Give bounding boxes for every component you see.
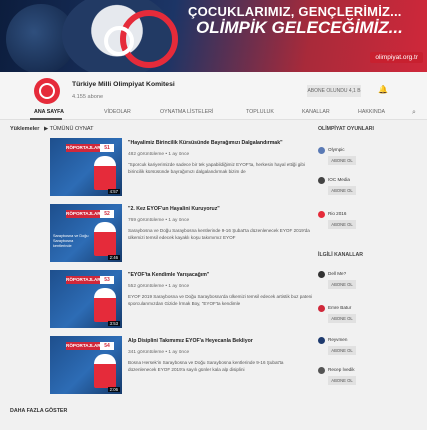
banner-title-line2: OLİMPİK GELECEĞİMİZ... (196, 18, 403, 37)
sidebar-channel-name[interactable]: Emre Batur (328, 305, 351, 310)
video-title[interactable]: Alp Disiplini Takımımız EYOF'a Heyecanla… (128, 338, 313, 345)
sidebar-channel-item[interactable]: Reyvmen ABONE OL (318, 336, 418, 358)
channel-name[interactable]: Türkiye Milli Olimpiyat Komitesi (72, 81, 175, 88)
sidebar-channel-item[interactable]: Dell Me? ABONE OL (318, 270, 418, 292)
video-description: EYOF 2019 Saraybosna ve Doğu Saraybosna'… (128, 294, 313, 306)
banner-title-line1: ÇOCUKLARIMIZ, GENÇLERİMİZ... (188, 4, 402, 19)
sidebar-channel-item[interactable]: Recep İvedik ABONE OL (318, 366, 418, 388)
bell-icon[interactable]: 🔔 (378, 85, 388, 94)
thumbnail-caption: Saraybosna ve Doğu Saraybosna kentlerind… (53, 234, 89, 248)
subscribe-button[interactable]: ABONE OL (328, 280, 356, 289)
subscriber-count: 4.155 abone (72, 94, 104, 100)
video-duration: 2:06 (107, 387, 120, 392)
sidebar-channel-name[interactable]: Dell Me? (328, 271, 346, 276)
search-icon[interactable]: ⌕ (412, 109, 416, 117)
tab-playlists[interactable]: OYNATMA LİSTELERİ (160, 109, 213, 115)
channel-avatar-icon (318, 271, 325, 278)
video-description: Bosna Hersek'in Saraybosna ve Doğu Saray… (128, 360, 284, 372)
video-item[interactable]: RÖPORTAJLAR 51 4:57 "Hayalimiz Birincili… (40, 138, 305, 202)
sidebar-channel-name[interactable]: IOC Media (328, 177, 350, 182)
video-meta: 341 görüntüleme • 1 ay önce (128, 350, 190, 355)
sidebar-channel-name[interactable]: Recep İvedik (328, 367, 355, 372)
video-meta: 482 görüntüleme • 1 ay önce (128, 152, 190, 157)
uploads-label[interactable]: Yüklemeler (10, 126, 39, 132)
channel-avatar-icon (318, 367, 325, 374)
thumbnail-tag: RÖPORTAJLAR (66, 144, 101, 152)
show-more-link[interactable]: DAHA FAZLA GÖSTER (10, 408, 67, 414)
video-thumbnail[interactable]: RÖPORTAJLAR 53 3:53 (50, 270, 122, 328)
athlete-image (94, 354, 116, 388)
subscribe-button[interactable]: ABONE OL (328, 346, 356, 355)
athlete-image (94, 288, 116, 322)
thumbnail-number: 54 (100, 342, 114, 350)
video-title[interactable]: "2. Kez EYOF'un Hayalini Kuruyoruz" (128, 206, 313, 213)
tab-about[interactable]: HAKKINDA (358, 109, 385, 115)
subscribed-button[interactable]: ABONE OLUNDU 4,1 B (307, 85, 361, 97)
video-title[interactable]: "EYOF'ta Kendimle Yarışacağım" (128, 272, 313, 279)
sidebar-channel-name[interactable]: Reyvmen (328, 337, 347, 342)
channel-header: Türkiye Milli Olimpiyat Komitesi 4.155 a… (0, 72, 427, 106)
thumbnail-tag: RÖPORTAJLAR (66, 210, 101, 218)
banner-site-link[interactable]: olimpiyat.org.tr (370, 52, 423, 63)
channel-avatar-icon (318, 211, 325, 218)
tab-channels[interactable]: KANALLAR (302, 109, 330, 115)
video-duration: 4:57 (107, 189, 120, 194)
video-duration: 3:53 (107, 321, 120, 326)
subscribe-button[interactable]: ABONE OL (328, 156, 356, 165)
video-item[interactable]: RÖPORTAJLAR 53 3:53 "EYOF'ta Kendimle Ya… (40, 270, 312, 334)
channel-avatar-icon (318, 177, 325, 184)
video-item[interactable]: RÖPORTAJLAR 52 Saraybosna ve Doğu Sarayb… (40, 204, 310, 268)
athlete-image (94, 222, 116, 256)
olympic-ring-graphic (104, 26, 134, 56)
sidebar-channel-item[interactable]: Emre Batur ABONE OL (318, 304, 418, 326)
sidebar-heading: OLİMPİYAT OYUNLARI (318, 126, 374, 132)
video-thumbnail[interactable]: RÖPORTAJLAR 51 4:57 (50, 138, 122, 196)
olympic-logo-icon (39, 83, 55, 99)
sidebar-channel-item[interactable]: IOC Media ABONE OL (318, 176, 418, 198)
related-channels-sidebar: OLİMPİYAT OYUNLARI Olympic ABONE OL IOC … (310, 120, 427, 430)
video-meta: 552 görüntüleme • 1 ay önce (128, 284, 190, 289)
video-duration: 2:46 (107, 255, 120, 260)
channel-avatar[interactable] (34, 78, 60, 104)
play-all-button[interactable]: ▶ TÜMÜNÜ OYNAT (44, 126, 94, 132)
thumbnail-number: 52 (100, 210, 114, 218)
youtube-channel-page: ÇOCUKLARIMIZ, GENÇLERİMİZ... OLİMPİK GEL… (0, 0, 427, 430)
video-meta: 769 görüntüleme • 1 ay önce (128, 218, 190, 223)
video-title[interactable]: "Hayalimiz Birincilik Kürsüsünde Bayrağı… (128, 140, 313, 147)
uploads-header: Yüklemeler ▶ TÜMÜNÜ OYNAT (10, 126, 94, 132)
sidebar-channel-item[interactable]: Rio 2016 ABONE OL (318, 210, 418, 232)
sidebar-heading: İLGİLİ KANALLAR (318, 252, 363, 258)
thumbnail-number: 51 (100, 144, 114, 152)
video-thumbnail[interactable]: RÖPORTAJLAR 54 2:06 (50, 336, 122, 394)
subscribe-button[interactable]: ABONE OL (328, 186, 356, 195)
channel-banner: ÇOCUKLARIMIZ, GENÇLERİMİZ... OLİMPİK GEL… (0, 0, 427, 72)
tab-home[interactable]: ANA SAYFA (34, 109, 64, 115)
video-thumbnail[interactable]: RÖPORTAJLAR 52 Saraybosna ve Doğu Sarayb… (50, 204, 122, 262)
thumbnail-tag: RÖPORTAJLAR (66, 342, 101, 350)
athlete-image (94, 156, 116, 190)
channel-tabs: ANA SAYFA VİDEOLAR OYNATMA LİSTELERİ TOP… (0, 106, 427, 120)
subscribe-button[interactable]: ABONE OL (328, 314, 356, 323)
sidebar-channel-name[interactable]: Olympic (328, 147, 345, 152)
video-item[interactable]: RÖPORTAJLAR 54 2:06 Alp Disiplini Takımı… (40, 336, 300, 400)
subscribe-button[interactable]: ABONE OL (328, 376, 356, 385)
sidebar-channel-item[interactable]: Olympic ABONE OL (318, 146, 418, 168)
thumbnail-number: 53 (100, 276, 114, 284)
thumbnail-tag: RÖPORTAJLAR (66, 276, 101, 284)
main-content: Yüklemeler ▶ TÜMÜNÜ OYNAT RÖPORTAJLAR 51… (0, 120, 427, 430)
tab-videos[interactable]: VİDEOLAR (104, 109, 131, 115)
channel-avatar-icon (318, 337, 325, 344)
video-description: "Sporcuk kariyerimizde sadece bir tek ya… (128, 162, 305, 174)
channel-avatar-icon (318, 147, 325, 154)
tab-community[interactable]: TOPLULUK (246, 109, 274, 115)
channel-avatar-icon (318, 305, 325, 312)
sidebar-channel-name[interactable]: Rio 2016 (328, 211, 346, 216)
subscribe-button[interactable]: ABONE OL (328, 220, 356, 229)
video-description: Saraybosna ve Doğu Saraybosna kentlerind… (128, 228, 310, 240)
